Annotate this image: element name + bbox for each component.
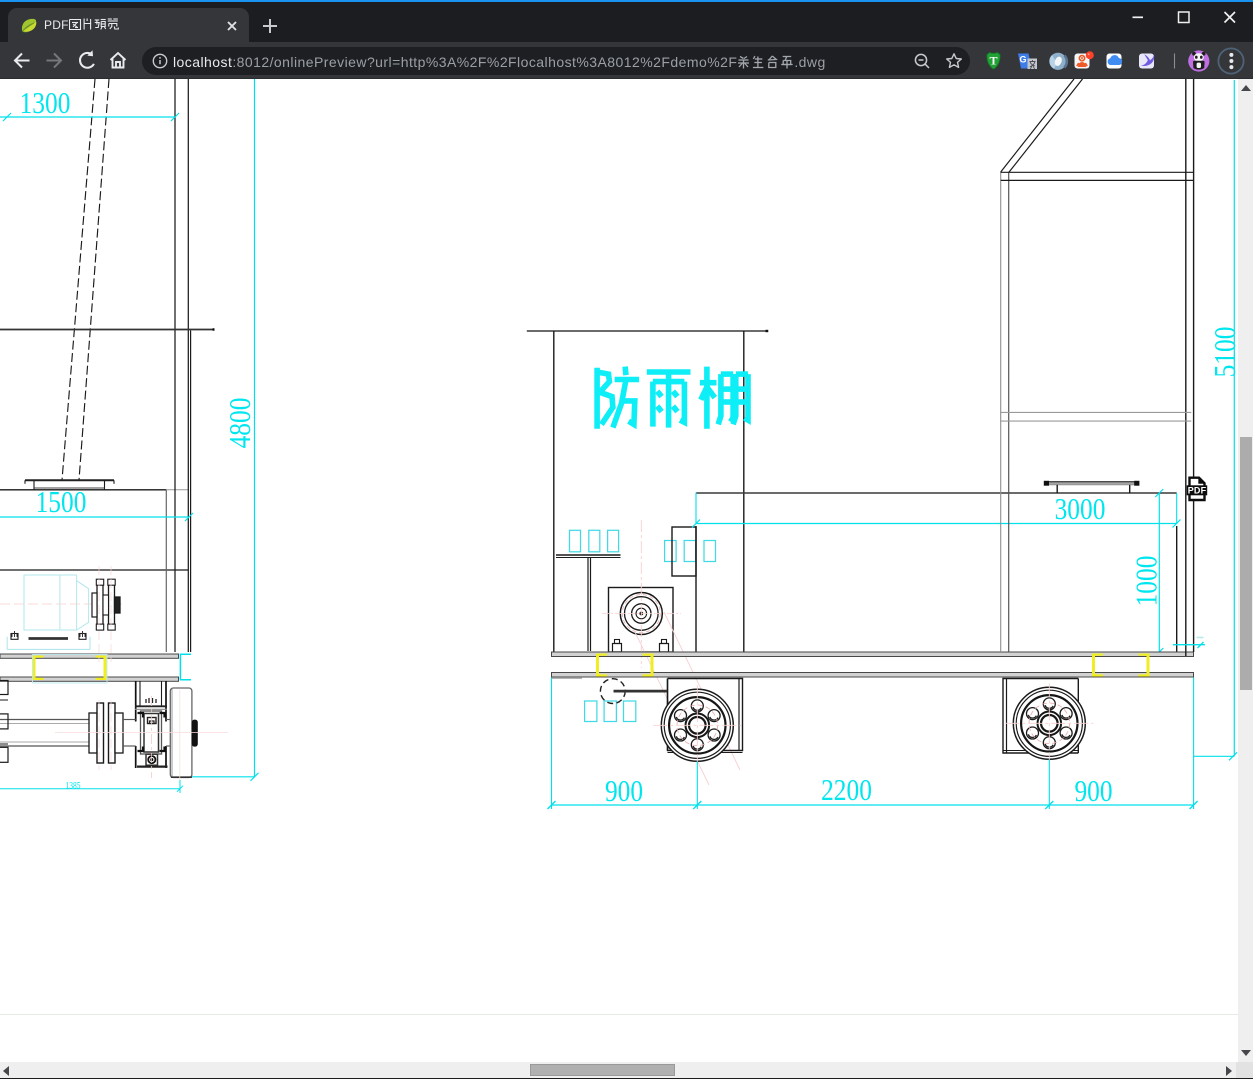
svg-text:1500: 1500: [36, 486, 87, 520]
svg-text:4800: 4800: [224, 398, 258, 449]
svg-text:1000: 1000: [1130, 556, 1164, 607]
svg-text:PDF: PDF: [1188, 485, 1207, 495]
svg-text:G: G: [1019, 55, 1026, 65]
svg-text:3000: 3000: [1055, 493, 1106, 527]
svg-text:T: T: [989, 54, 997, 68]
svg-text:1385: 1385: [65, 780, 80, 791]
svg-text:5100: 5100: [1209, 327, 1238, 378]
svg-text:2200: 2200: [821, 774, 872, 808]
svg-text:1300: 1300: [20, 87, 71, 121]
svg-text:900: 900: [1074, 775, 1112, 809]
svg-text:900: 900: [605, 775, 643, 809]
